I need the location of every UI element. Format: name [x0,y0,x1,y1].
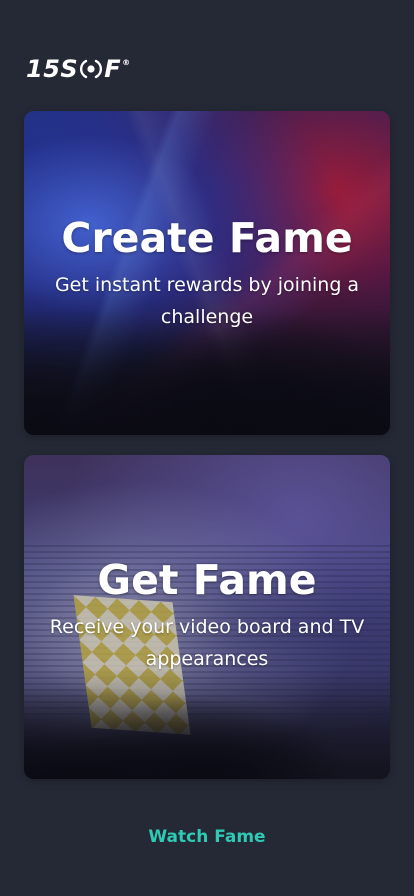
get-fame-title: Get Fame [97,556,317,604]
registered-mark: ® [122,58,131,67]
app-logo: 15S F ® [26,52,131,86]
get-fame-card[interactable]: Get Fame Receive your video board and TV… [24,455,390,779]
logo-wordmark: 15S F ® [26,57,131,81]
create-fame-title: Create Fame [61,214,353,262]
create-fame-subtitle: Get instant rewards by joining a challen… [54,274,360,328]
broadcast-icon [80,59,103,79]
watch-fame-link[interactable]: Watch Fame [0,825,414,849]
get-fame-subtitle: Receive your video board and TV appearan… [49,616,365,670]
create-fame-content: Create Fame Get instant rewards by joini… [24,213,390,333]
create-fame-card[interactable]: Create Fame Get instant rewards by joini… [24,111,390,435]
logo-text-right: F [104,55,122,83]
logo-text-left: 15S [26,55,79,83]
get-fame-content: Get Fame Receive your video board and TV… [24,555,390,675]
